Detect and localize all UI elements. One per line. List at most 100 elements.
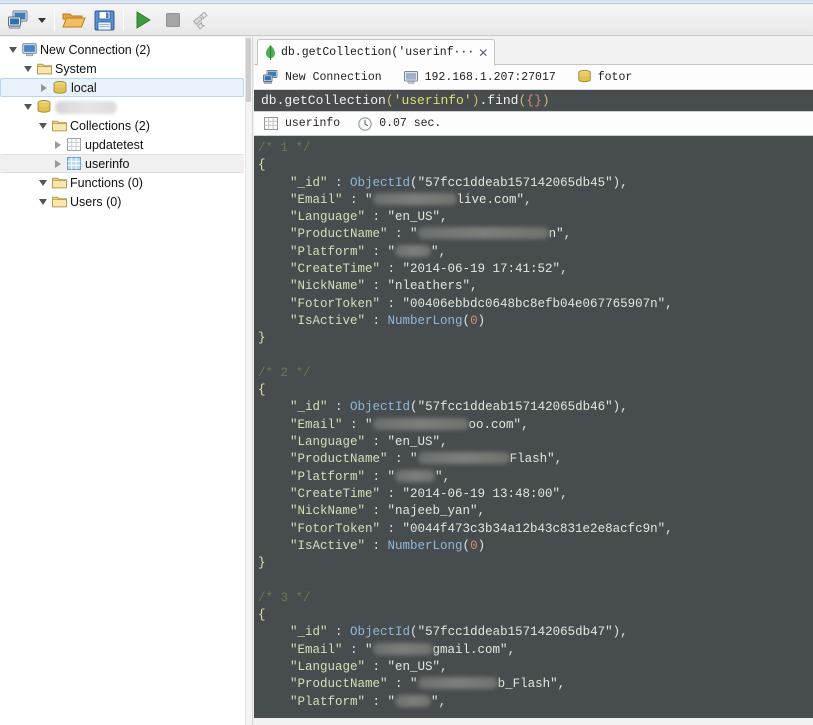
paren-token: ) xyxy=(478,539,486,553)
computers-icon xyxy=(263,70,278,84)
result-field-key: "NickName" xyxy=(290,279,365,293)
result-document[interactable]: /* 1 */{"_id" : ObjectId("57fcc1ddeab157… xyxy=(258,140,813,365)
tree-item-database-redacted[interactable] xyxy=(0,97,252,116)
triangle-expanded-icon[interactable] xyxy=(36,123,50,129)
triangle-expanded-icon[interactable] xyxy=(6,47,20,53)
database-item[interactable]: fotor xyxy=(578,70,633,84)
tree-item-label: Collections (2) xyxy=(70,119,150,133)
tree-item-system[interactable]: System xyxy=(0,59,252,78)
result-value-function: ObjectId xyxy=(350,625,410,639)
colon-token: : xyxy=(365,660,388,674)
explorer-tree-panel[interactable]: New Connection (2) System local Collections… xyxy=(0,37,253,725)
chevron-down-icon xyxy=(38,18,46,23)
toolbar-divider-2 xyxy=(123,9,124,31)
result-blank-line xyxy=(258,348,813,365)
query-token: ( xyxy=(386,93,394,108)
result-blank-line xyxy=(258,572,813,589)
colon-token: : xyxy=(380,522,403,536)
result-field-key: "CreateTime" xyxy=(290,487,380,501)
result-info-bar: userinfo 0.07 sec. xyxy=(254,111,813,136)
colon-token: : xyxy=(365,504,388,518)
colon-token: : xyxy=(388,227,411,241)
result-field-key: "FotorToken" xyxy=(290,297,380,311)
server-icon xyxy=(404,71,418,84)
triangle-collapsed-icon[interactable] xyxy=(37,84,51,92)
triangle-expanded-icon[interactable] xyxy=(21,66,35,72)
colon-token: : xyxy=(388,452,411,466)
triangle-collapsed-icon[interactable] xyxy=(51,141,65,149)
result-field-value: gmail.com" xyxy=(433,643,508,657)
tree-item-userinfo[interactable]: userinfo xyxy=(0,154,244,173)
query-editor[interactable]: db.getCollection('userinfo').find({}) xyxy=(254,89,813,111)
result-document-index-comment: /* 1 */ xyxy=(258,140,813,157)
computers-icon xyxy=(8,10,30,30)
execute-button[interactable] xyxy=(128,7,158,34)
result-comment: /* 1 */ xyxy=(258,141,311,155)
tree-item-updatetest[interactable]: updatetest xyxy=(0,135,252,154)
triangle-expanded-icon[interactable] xyxy=(36,180,50,186)
tab-query-userinfo[interactable]: db.getCollection('userinf··· ✕ xyxy=(257,39,495,66)
result-field-key: "IsActive" xyxy=(290,314,365,328)
colon-token: : xyxy=(328,176,351,190)
colon-token: : xyxy=(388,677,411,691)
connect-button[interactable] xyxy=(4,7,34,34)
tree-item-users[interactable]: Users (0) xyxy=(0,192,252,211)
redacted-value xyxy=(395,470,435,482)
save-button[interactable] xyxy=(89,7,119,34)
stop-icon xyxy=(163,10,183,30)
open-button[interactable] xyxy=(59,7,89,34)
result-field-value: b_Flash" xyxy=(498,677,558,691)
tree-item-new-connection[interactable]: New Connection (2) xyxy=(0,40,252,59)
connection-info-bar: New Connection 192.168.1.207:27017 xyxy=(254,65,813,89)
tree-scrollbar[interactable] xyxy=(245,37,252,725)
result-field-row: "_id" : ObjectId("57fcc1ddeab157142065db… xyxy=(258,399,813,416)
result-field-value: " xyxy=(410,227,418,241)
computer-icon xyxy=(20,43,38,57)
triangle-expanded-icon[interactable] xyxy=(36,199,50,205)
query-token: {} xyxy=(526,93,542,108)
result-document[interactable]: /* 2 */{"_id" : ObjectId("57fcc1ddeab157… xyxy=(258,365,813,590)
result-field-row: "NickName" : "najeeb_yan", xyxy=(258,503,813,520)
tree-scrollbar-thumb[interactable] xyxy=(246,38,251,102)
server-address-item[interactable]: 192.168.1.207:27017 xyxy=(404,71,556,84)
tree-item-label: System xyxy=(55,62,97,76)
result-field-value: 0 xyxy=(470,539,478,553)
explain-button[interactable] xyxy=(188,7,218,34)
tree-item-functions[interactable]: Functions (0) xyxy=(0,173,252,192)
result-comment: /* 3 */ xyxy=(258,591,311,605)
comma-token: , xyxy=(555,452,563,466)
paren-token: ) xyxy=(613,176,621,190)
redacted-value xyxy=(418,227,549,239)
tree-item-collections[interactable]: Collections (2) xyxy=(0,116,252,135)
connect-dropdown[interactable] xyxy=(34,7,50,34)
result-field-key: "Platform" xyxy=(290,470,365,484)
comma-token: , xyxy=(440,660,448,674)
result-field-row: "FotorToken" : "0044f473c3b34a12b43c831e… xyxy=(258,521,813,538)
tree-item-label: userinfo xyxy=(85,157,129,171)
query-token: db.getCollection xyxy=(261,93,386,108)
results-output-area[interactable]: /* 1 */{"_id" : ObjectId("57fcc1ddeab157… xyxy=(254,136,813,718)
result-field-value: "najeeb_yan" xyxy=(388,504,478,518)
result-field-value: " xyxy=(365,643,373,657)
comma-token: , xyxy=(443,470,451,484)
result-field-value: " xyxy=(431,245,439,259)
result-comment: /* 2 */ xyxy=(258,366,311,380)
tree-item-local[interactable]: local xyxy=(0,78,244,97)
stop-button[interactable] xyxy=(158,7,188,34)
tab-close-icon[interactable]: ✕ xyxy=(478,46,488,60)
redacted-value xyxy=(373,418,469,430)
result-document[interactable]: /* 3 */{"_id" : ObjectId("57fcc1ddeab157… xyxy=(258,590,813,711)
connection-name-item[interactable]: New Connection xyxy=(263,70,382,84)
tree-item-label: Functions (0) xyxy=(70,176,143,190)
result-field-key: "ProductName" xyxy=(290,677,388,691)
triangle-expanded-icon[interactable] xyxy=(21,104,35,110)
result-field-value: " xyxy=(431,695,439,709)
result-collection-item[interactable]: userinfo xyxy=(264,117,340,130)
query-editor-line: db.getCollection('userinfo').find({}) xyxy=(261,93,550,108)
triangle-collapsed-icon[interactable] xyxy=(51,160,65,168)
result-field-row: "Platform" : "", xyxy=(258,469,813,486)
tree-item-label: New Connection (2) xyxy=(40,43,150,57)
colon-token: : xyxy=(365,210,388,224)
comma-token: , xyxy=(665,522,673,536)
colon-token: : xyxy=(343,418,366,432)
